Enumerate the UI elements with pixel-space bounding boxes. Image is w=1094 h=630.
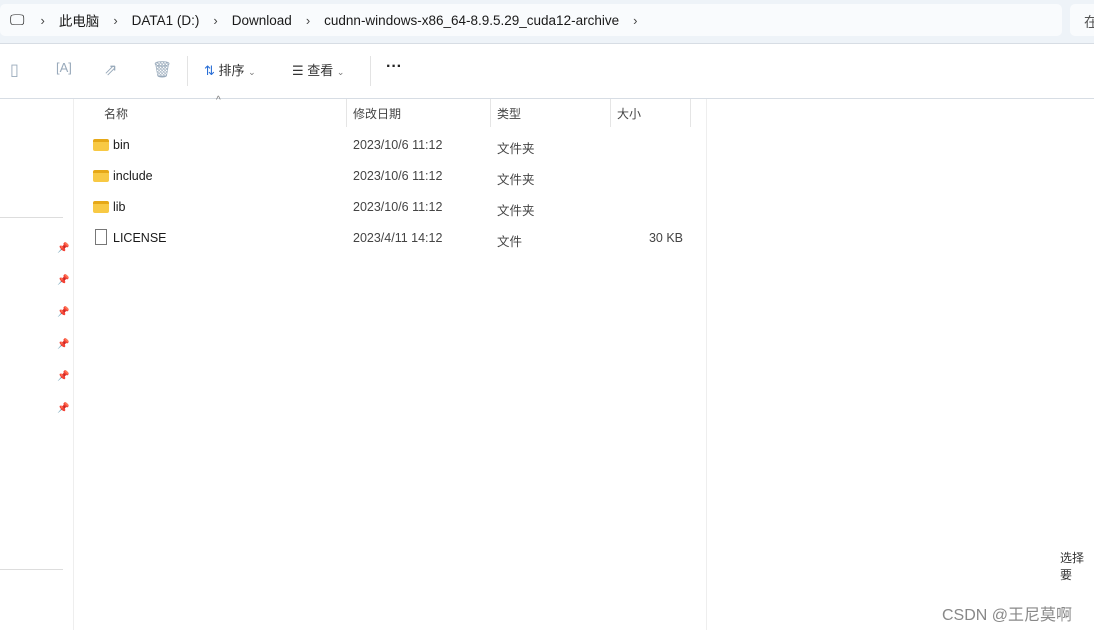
file-row[interactable]: include 2023/10/6 11:12 文件夹 [90, 161, 690, 192]
computer-icon: 🖵 [10, 11, 25, 29]
pin-icon[interactable]: 📌 [57, 243, 69, 254]
column-header-size[interactable]: 大小 [611, 99, 691, 127]
file-row[interactable]: bin 2023/10/6 11:12 文件夹 [90, 130, 690, 161]
breadcrumb-current[interactable]: cudnn-windows-x86_64-8.9.5.29_cuda12-arc… [324, 13, 619, 28]
breadcrumb-download[interactable]: Download [232, 13, 292, 28]
sort-label: 排序 [218, 63, 245, 78]
share-icon[interactable]: ⇗ [104, 60, 117, 80]
chevron-right-icon[interactable]: › [113, 13, 117, 28]
pin-icon[interactable]: 📌 [57, 307, 69, 318]
pin-icon[interactable]: 📌 [57, 339, 69, 350]
column-label: 修改日期 [353, 107, 402, 121]
folder-icon [93, 139, 109, 151]
file-date: 2023/10/6 11:12 [353, 200, 443, 214]
details-pane-text: 选择要 [1060, 551, 1085, 582]
file-date: 2023/4/11 14:12 [353, 231, 443, 245]
pin-icon[interactable]: 📌 [57, 371, 69, 382]
address-bar-area: 🖵 › 此电脑 › DATA1 (D:) › Download › cudnn-… [0, 0, 1094, 44]
view-button[interactable]: ☰ 查看 ⌄ [292, 60, 344, 79]
view-icon: ☰ [292, 63, 304, 78]
pin-icon[interactable]: 📌 [57, 403, 69, 414]
navigation-pane: 📌 📌 📌 📌 📌 📌 [0, 99, 74, 630]
delete-icon[interactable]: 🗑 [152, 60, 172, 80]
folder-icon [93, 170, 109, 182]
file-date: 2023/10/6 11:12 [353, 138, 443, 152]
file-icon [95, 229, 107, 245]
file-type: 文件夹 [497, 142, 535, 156]
column-label: 名称 [104, 107, 129, 121]
rename-icon[interactable]: [A] [56, 60, 72, 75]
file-size: 30 KB [648, 231, 683, 245]
file-name: include [113, 169, 153, 183]
column-label: 大小 [617, 107, 642, 121]
column-label: 类型 [497, 107, 522, 121]
folder-icon [93, 201, 109, 213]
sort-button[interactable]: ⇅ 排序 ⌄ [204, 60, 256, 79]
breadcrumb-this-pc[interactable]: 此电脑 [59, 10, 100, 30]
divider [0, 569, 63, 570]
breadcrumb-drive[interactable]: DATA1 (D:) [132, 13, 200, 28]
file-row[interactable]: lib 2023/10/6 11:12 文件夹 [90, 192, 690, 223]
pin-icon[interactable]: 📌 [57, 275, 69, 286]
watermark: CSDN @王尼莫啊 [942, 607, 1073, 624]
sort-icon: ⇅ [204, 63, 215, 78]
file-type: 文件夹 [497, 204, 535, 218]
chevron-right-icon[interactable]: › [40, 13, 44, 28]
file-type: 文件夹 [497, 173, 535, 187]
view-label: 查看 [307, 63, 334, 78]
search-input[interactable]: 在 [1070, 4, 1094, 36]
file-date: 2023/10/6 11:12 [353, 169, 443, 183]
column-header-type[interactable]: 类型 [491, 99, 611, 127]
file-row[interactable]: LICENSE 2023/4/11 14:12 文件 30 KB [90, 223, 690, 254]
command-bar: ▯ [A] ⇗ 🗑 ⇅ 排序 ⌄ ☰ 查看 ⌄ ··· [0, 44, 1094, 99]
chevron-right-icon[interactable]: › [306, 13, 310, 28]
column-header-date[interactable]: 修改日期 [347, 99, 491, 127]
address-bar[interactable]: 🖵 › 此电脑 › DATA1 (D:) › Download › cudnn-… [0, 4, 1062, 36]
sort-up-icon: ^ [216, 95, 221, 106]
more-options-button[interactable]: ··· [386, 58, 402, 76]
file-name: LICENSE [113, 231, 167, 245]
file-type: 文件 [497, 235, 523, 249]
column-header-name[interactable]: 名称 ^ [98, 95, 347, 127]
paste-icon[interactable]: ▯ [10, 60, 19, 80]
divider [187, 56, 188, 86]
file-name: lib [113, 200, 126, 214]
chevron-right-icon[interactable]: › [213, 13, 217, 28]
divider [706, 99, 707, 630]
divider [370, 56, 371, 86]
file-name: bin [113, 138, 130, 152]
chevron-right-icon[interactable]: › [633, 13, 637, 28]
divider [0, 217, 63, 218]
